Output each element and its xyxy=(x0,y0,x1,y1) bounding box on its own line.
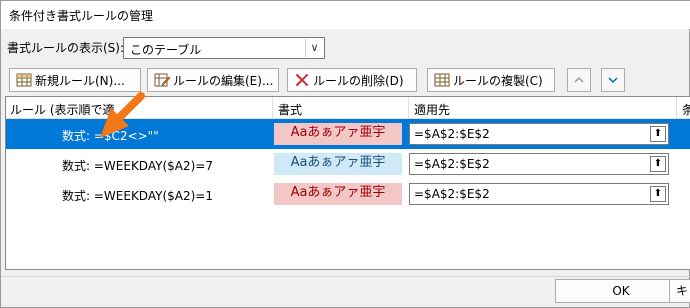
show-rules-value: このテーブル xyxy=(130,43,202,57)
title-bar: 条件付き書式ルールの管理 xyxy=(1,1,690,29)
new-rule-button[interactable]: 新規ルール(N)... xyxy=(9,68,141,92)
edit-table-icon xyxy=(154,73,170,87)
delete-rule-label: ルールの削除(D) xyxy=(313,73,404,88)
duplicate-table-icon xyxy=(434,73,450,87)
column-header-format[interactable]: 書式 xyxy=(278,101,302,118)
rule-formula: 数式: =WEEKDAY($A2)=1 xyxy=(62,189,213,203)
table-header: ルール (表示順で適 書式 適用先 条 xyxy=(6,97,690,119)
applies-to-field[interactable]: =$A$2:$E$2 ⬆ xyxy=(409,123,669,145)
column-header-rule[interactable]: ルール (表示順で適 xyxy=(10,101,268,118)
duplicate-rule-label: ルールの複製(C) xyxy=(453,73,543,88)
range-select-icon[interactable]: ⬆ xyxy=(650,186,666,202)
column-divider[interactable] xyxy=(272,97,273,118)
column-divider[interactable] xyxy=(408,97,409,118)
delete-rule-button[interactable]: ルールの削除(D) xyxy=(287,68,417,92)
chevron-up-icon xyxy=(574,76,584,83)
column-header-applies-to[interactable]: 適用先 xyxy=(414,101,450,118)
dialog-title: 条件付き書式ルールの管理 xyxy=(9,9,154,23)
format-preview: Aaあぁアァ亜宇 xyxy=(274,153,402,175)
rule-formula: 数式: =$C2<>"" xyxy=(62,129,159,143)
column-divider[interactable] xyxy=(676,97,677,118)
range-select-icon[interactable]: ⬆ xyxy=(650,126,666,142)
show-rules-select[interactable]: このテーブル ∨ xyxy=(123,37,325,59)
move-down-button[interactable] xyxy=(601,68,625,92)
applies-to-field[interactable]: =$A$2:$E$2 ⬆ xyxy=(409,153,669,175)
range-select-icon[interactable]: ⬆ xyxy=(650,156,666,172)
duplicate-rule-button[interactable]: ルールの複製(C) xyxy=(427,68,555,92)
table-row[interactable]: 数式: =WEEKDAY($A2)=7 Aaあぁアァ亜宇 =$A$2:$E$2 … xyxy=(6,149,690,179)
table-icon xyxy=(16,73,32,87)
applies-to-field[interactable]: =$A$2:$E$2 ⬆ xyxy=(409,183,669,205)
chevron-down-icon xyxy=(608,77,618,84)
show-rules-label: 書式ルールの表示(S): xyxy=(7,41,125,55)
format-preview: Aaあぁアァ亜宇 xyxy=(274,183,402,205)
footer-divider xyxy=(1,276,690,277)
column-header-stop-if-true[interactable]: 条 xyxy=(682,101,690,118)
table-row[interactable]: 数式: =$C2<>"" Aaあぁアァ亜宇 =$A$2:$E$2 ⬆ xyxy=(6,119,690,149)
table-row[interactable]: 数式: =WEEKDAY($A2)=1 Aaあぁアァ亜宇 =$A$2:$E$2 … xyxy=(6,179,690,209)
edit-rule-button[interactable]: ルールの編集(E)... xyxy=(147,68,279,92)
conditional-format-manager-dialog: 条件付き書式ルールの管理 書式ルールの表示(S): このテーブル ∨ 新規ルール… xyxy=(0,0,690,308)
delete-x-icon xyxy=(296,74,308,86)
applies-to-value: =$A$2:$E$2 xyxy=(414,127,490,141)
move-up-button[interactable] xyxy=(567,68,591,92)
new-rule-label: 新規ルール(N)... xyxy=(35,73,125,88)
rules-table: ルール (表示順で適 書式 適用先 条 数式: =$C2<>"" Aaあぁアァ亜… xyxy=(5,96,690,270)
rule-formula: 数式: =WEEKDAY($A2)=7 xyxy=(62,159,213,173)
cancel-button[interactable]: キ xyxy=(669,279,690,303)
edit-rule-label: ルールの編集(E)... xyxy=(173,73,274,88)
format-preview: Aaあぁアァ亜宇 xyxy=(274,123,402,145)
ok-button[interactable]: OK xyxy=(555,279,687,303)
applies-to-value: =$A$2:$E$2 xyxy=(414,187,490,201)
chevron-down-icon[interactable]: ∨ xyxy=(305,39,323,57)
applies-to-value: =$A$2:$E$2 xyxy=(414,157,490,171)
